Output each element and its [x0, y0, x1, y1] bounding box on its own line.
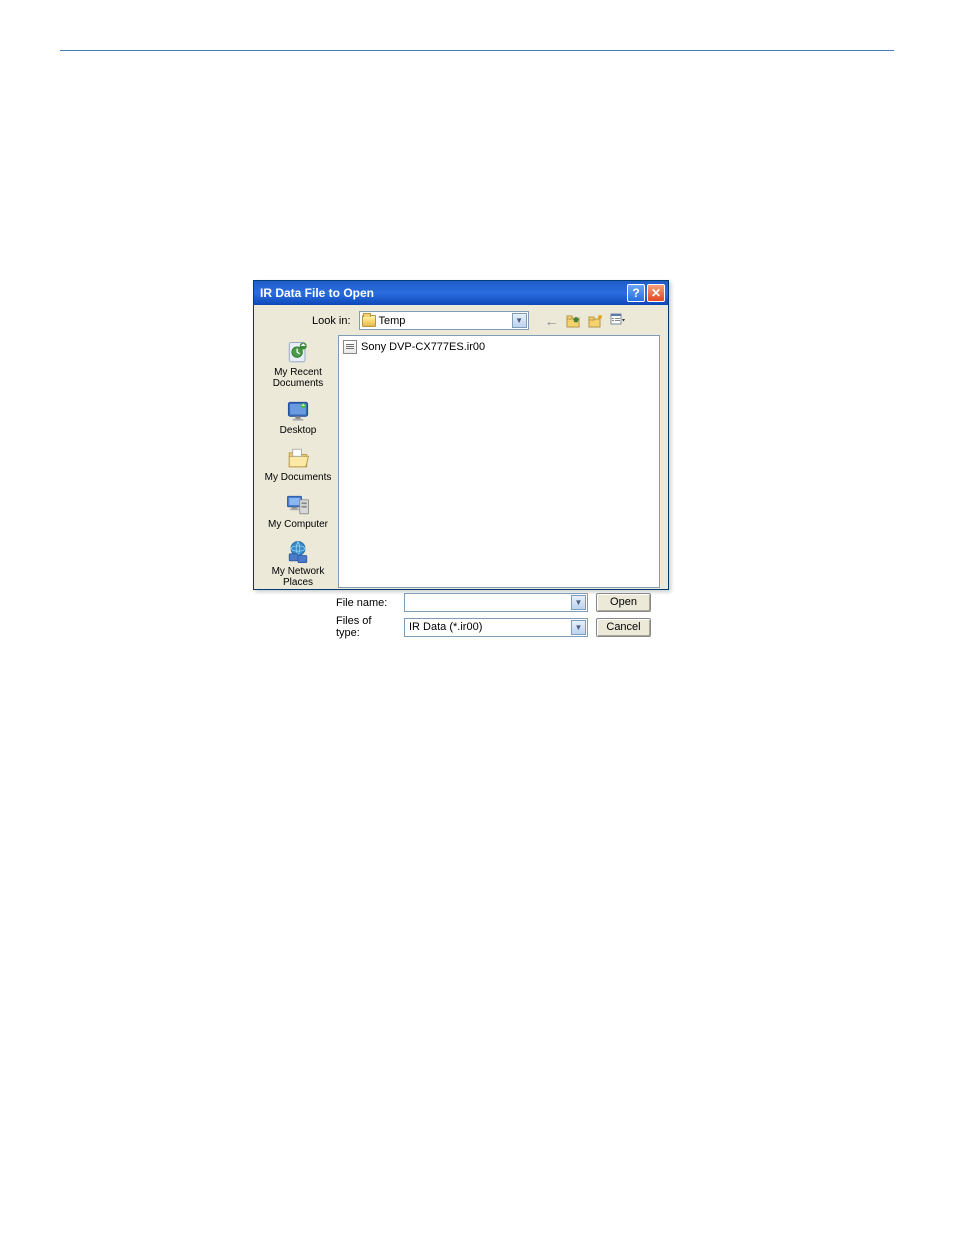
file-name: Sony DVP-CX777ES.ir00 [361, 341, 485, 353]
chevron-down-icon[interactable]: ▼ [571, 620, 586, 635]
place-label: My Network Places [262, 566, 334, 588]
view-menu-icon[interactable] [609, 312, 627, 330]
place-label: My Computer [268, 519, 328, 530]
my-documents-icon [283, 444, 313, 472]
places-recent-documents[interactable]: My Recent Documents [262, 339, 334, 389]
filetype-label: Files of type: [334, 615, 396, 639]
filename-row: File name: ▼ Open [334, 593, 660, 612]
toolbar-icons: ← [543, 312, 627, 330]
back-icon[interactable]: ← [543, 312, 561, 330]
places-desktop[interactable]: Desktop [262, 397, 334, 436]
my-computer-icon [283, 491, 313, 519]
filetype-select[interactable]: IR Data (*.ir00) ▼ [404, 618, 588, 637]
lookin-label: Look in: [312, 315, 351, 327]
folder-icon [362, 315, 376, 327]
lookin-combo[interactable]: Temp ▼ [359, 311, 529, 330]
help-button[interactable]: ? [627, 284, 645, 302]
lookin-value: Temp [379, 315, 406, 327]
new-folder-icon[interactable] [587, 312, 605, 330]
file-list-item[interactable]: Sony DVP-CX777ES.ir00 [343, 340, 655, 354]
file-icon [343, 340, 357, 354]
page-divider [60, 50, 894, 51]
filename-label: File name: [334, 597, 396, 609]
bottom-rows: File name: ▼ Open Files of type: IR Data… [262, 593, 660, 639]
title-bar: IR Data File to Open ? ✕ [254, 281, 668, 305]
place-label: My Documents [265, 472, 332, 483]
filename-input[interactable]: ▼ [404, 593, 588, 612]
file-open-dialog: IR Data File to Open ? ✕ Look in: Temp ▼… [253, 280, 669, 590]
desktop-icon [283, 397, 313, 425]
place-label: My Recent Documents [262, 367, 334, 389]
filetype-row: Files of type: IR Data (*.ir00) ▼ Cancel [334, 615, 660, 639]
file-list-area[interactable]: Sony DVP-CX777ES.ir00 [338, 335, 660, 588]
places-my-computer[interactable]: My Computer [262, 491, 334, 530]
close-button[interactable]: ✕ [647, 284, 665, 302]
up-one-level-icon[interactable] [565, 312, 583, 330]
lookin-row: Look in: Temp ▼ ← [262, 311, 660, 330]
dialog-body: Look in: Temp ▼ ← [254, 305, 668, 589]
main-area: My Recent Documents Desktop My Documents [262, 335, 660, 588]
title-bar-buttons: ? ✕ [627, 284, 665, 302]
places-my-network[interactable]: My Network Places [262, 538, 334, 588]
filetype-value: IR Data (*.ir00) [409, 621, 482, 633]
places-bar: My Recent Documents Desktop My Documents [262, 335, 334, 588]
places-my-documents[interactable]: My Documents [262, 444, 334, 483]
chevron-down-icon[interactable]: ▼ [571, 595, 586, 610]
open-button[interactable]: Open [596, 593, 651, 612]
dialog-title: IR Data File to Open [260, 286, 627, 300]
recent-documents-icon [283, 339, 313, 367]
place-label: Desktop [280, 425, 317, 436]
cancel-button[interactable]: Cancel [596, 618, 651, 637]
my-network-icon [283, 538, 313, 566]
chevron-down-icon[interactable]: ▼ [512, 313, 527, 328]
